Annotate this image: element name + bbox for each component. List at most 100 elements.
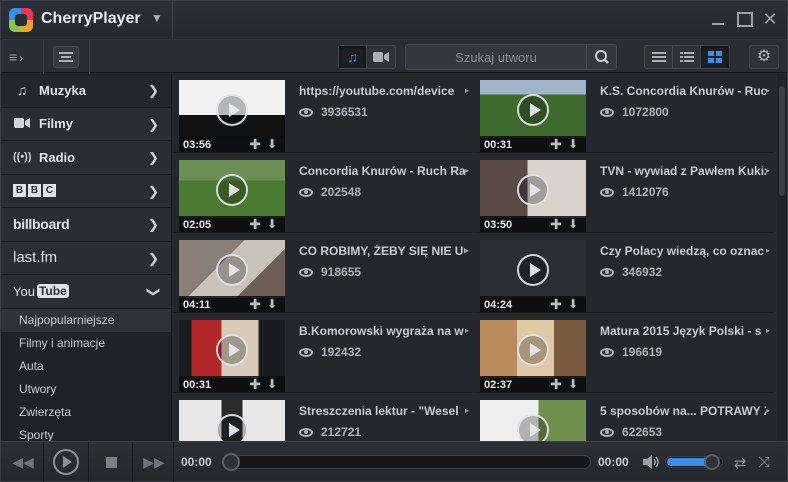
play-icon[interactable] [216,414,248,441]
scrollbar-thumb[interactable] [779,86,785,196]
play-icon[interactable] [216,254,248,286]
queue-button[interactable] [53,46,79,68]
sidebar-item-billboard[interactable]: billboard ❯ [1,208,171,242]
minimize-button[interactable] [710,11,726,27]
content-scrollbar[interactable] [777,74,787,441]
video-card[interactable]: 00:31 ✚ ⬇ B.Komorowski wygraża na w ▸ 19… [173,314,473,393]
search-button[interactable] [586,45,616,69]
shuffle-icon[interactable]: ⤨ [758,454,770,471]
video-card[interactable]: 03:56 ✚ ⬇ https://youtube.com/device ▸ 3… [173,74,473,153]
stop-button[interactable] [89,442,133,482]
seek-bar[interactable] [222,453,591,471]
video-title[interactable]: Czy Polacy wiedzą, co oznac [600,244,766,258]
eye-icon [299,267,313,277]
download-icon[interactable]: ⬇ [568,377,578,391]
add-to-playlist-icon[interactable]: ✚ [249,377,261,391]
video-thumbnail[interactable]: 00:31 ✚ ⬇ [480,80,586,152]
close-button[interactable]: ✕ [762,10,778,28]
add-to-playlist-icon[interactable]: ✚ [550,137,562,151]
add-to-playlist-icon[interactable]: ✚ [550,217,562,231]
video-title[interactable]: Streszczenia lektur - "Wesel [299,404,465,418]
play-button[interactable] [44,442,88,482]
detail-list-view-button[interactable] [673,46,701,68]
sidebar-item-lastfm[interactable]: last.fm ❯ [1,242,171,275]
next-button[interactable]: ▶▶ [132,442,176,482]
app-menu-chevron-icon[interactable]: ▼ [151,11,163,25]
video-thumbnail[interactable] [179,400,285,441]
previous-button[interactable]: ◀◀ [1,442,45,482]
play-icon[interactable] [517,174,549,206]
video-mode-button[interactable] [367,46,395,68]
add-to-playlist-icon[interactable]: ✚ [550,297,562,311]
video-thumbnail[interactable]: 03:50 ✚ ⬇ [480,160,586,232]
repeat-icon[interactable]: ⇄ [734,454,747,472]
video-card[interactable]: 5 sposobów na... POTRAWY Z ▸ 622653 [474,394,774,441]
video-title[interactable]: K.S. Concordia Knurów - Ruch [600,84,766,98]
video-title[interactable]: Concordia Knurów - Ruch Ra [299,164,465,178]
category-item-animals[interactable]: Zwierzęta [1,401,171,424]
video-thumbnail[interactable] [480,400,586,441]
list-view-button[interactable] [645,46,673,68]
video-card[interactable]: 02:37 ✚ ⬇ Matura 2015 Język Polski - s ▸… [474,314,774,393]
sidebar-item-bbc[interactable]: BBC ❯ [1,175,171,208]
video-title[interactable]: TVN - wywiad z Pawłem Kukiz [600,164,766,178]
video-card[interactable]: 04:24 ✚ ⬇ Czy Polacy wiedzą, co oznac ▸ … [474,234,774,313]
seek-handle[interactable] [222,453,240,471]
play-icon[interactable] [517,94,549,126]
video-title[interactable]: https://youtube.com/device [299,84,465,98]
video-thumbnail[interactable]: 04:11 ✚ ⬇ [179,240,285,312]
maximize-button[interactable] [736,11,753,27]
video-thumbnail[interactable]: 02:05 ✚ ⬇ [179,160,285,232]
play-icon[interactable] [517,414,549,441]
category-item-music[interactable]: Utwory [1,378,171,401]
play-icon[interactable] [216,334,248,366]
add-to-playlist-icon[interactable]: ✚ [249,137,261,151]
play-icon[interactable] [216,94,248,126]
video-thumbnail[interactable]: 03:56 ✚ ⬇ [179,80,285,152]
volume-icon[interactable] [642,454,660,470]
download-icon[interactable]: ⬇ [267,377,277,391]
video-title[interactable]: B.Komorowski wygraża na w [299,324,465,338]
sidebar-toggle-button[interactable]: ≡ › [9,48,37,66]
video-title[interactable]: CO ROBIMY, ŻEBY SIĘ NIE UCZ [299,244,465,258]
add-to-playlist-icon[interactable]: ✚ [249,297,261,311]
category-item-film-animation[interactable]: Filmy i animacje [1,332,171,355]
more-arrow-icon: ▸ [766,86,771,95]
download-icon[interactable]: ⬇ [568,137,578,151]
video-card[interactable]: Streszczenia lektur - "Wesel ▸ 212721 [173,394,473,441]
category-item-sports[interactable]: Sporty [1,424,171,442]
video-thumbnail[interactable]: 04:24 ✚ ⬇ [480,240,586,312]
play-icon[interactable] [517,334,549,366]
volume-handle[interactable] [703,454,720,470]
sidebar-item-youtube[interactable]: You Tube ❯ [1,275,171,309]
video-card[interactable]: 00:31 ✚ ⬇ K.S. Concordia Knurów - Ruch ▸… [474,74,774,153]
sidebar-item-music[interactable]: ♫ Muzyka ❯ [1,74,171,108]
list-view-icon [651,52,666,62]
download-icon[interactable]: ⬇ [568,217,578,231]
category-item-most-popular[interactable]: Najpopularniejsze [1,308,171,332]
download-icon[interactable]: ⬇ [267,217,277,231]
search-input[interactable] [406,45,586,69]
video-card[interactable]: 03:50 ✚ ⬇ TVN - wywiad z Pawłem Kukiz ▸ … [474,154,774,233]
category-item-autos[interactable]: Auta [1,355,171,378]
add-to-playlist-icon[interactable]: ✚ [249,217,261,231]
play-icon[interactable] [216,174,248,206]
video-title[interactable]: 5 sposobów na... POTRAWY Z [600,404,766,418]
download-icon[interactable]: ⬇ [568,297,578,311]
download-icon[interactable]: ⬇ [267,297,277,311]
music-mode-button[interactable]: ♫ [339,46,367,68]
video-title[interactable]: Matura 2015 Język Polski - s [600,324,766,338]
sidebar-item-movies[interactable]: Filmy ❯ [1,108,171,141]
add-to-playlist-icon[interactable]: ✚ [550,377,562,391]
settings-button[interactable]: ⚙ [749,45,779,69]
grid-view-button[interactable] [701,46,729,68]
sidebar-item-radio[interactable]: ((•)) Radio ❯ [1,141,171,175]
video-thumbnail[interactable]: 00:31 ✚ ⬇ [179,320,285,392]
volume-slider[interactable] [665,454,723,470]
video-card[interactable]: 04:11 ✚ ⬇ CO ROBIMY, ŻEBY SIĘ NIE UCZ ▸ … [173,234,473,313]
music-note-icon: ♫ [347,49,358,65]
video-card[interactable]: 02:05 ✚ ⬇ Concordia Knurów - Ruch Ra ▸ 2… [173,154,473,233]
download-icon[interactable]: ⬇ [267,137,277,151]
video-thumbnail[interactable]: 02:37 ✚ ⬇ [480,320,586,392]
play-icon[interactable] [517,254,549,286]
